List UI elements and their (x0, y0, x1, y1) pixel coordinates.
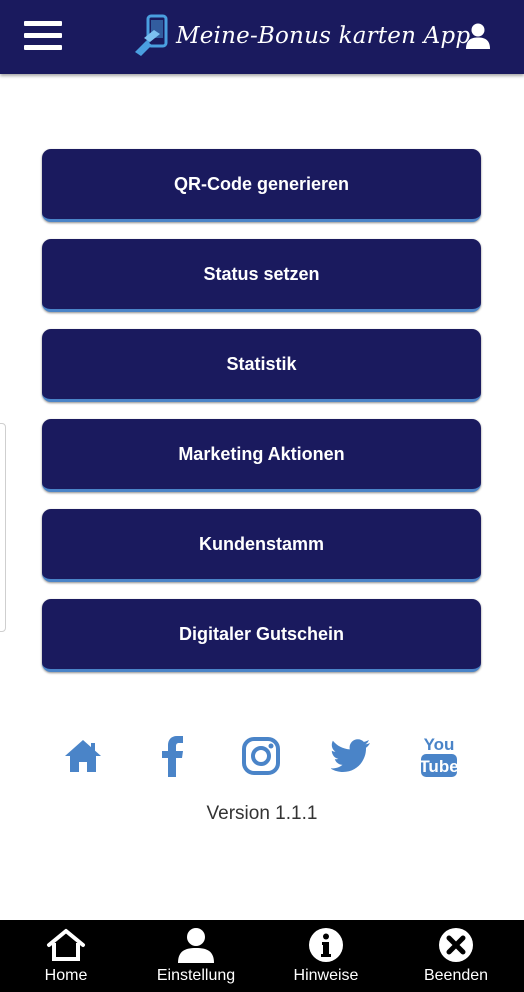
nav-notes[interactable]: Hinweise (281, 920, 371, 992)
youtube-icon[interactable]: You Tube (418, 733, 460, 779)
nav-exit-label: Beenden (423, 967, 489, 984)
social-links: You Tube (0, 733, 524, 783)
instagram-icon[interactable] (242, 733, 280, 779)
version-label: Version 1.1.1 (206, 803, 318, 824)
hamburger-menu-button[interactable] (24, 21, 62, 51)
nav-settings[interactable]: Einstellung (146, 920, 246, 992)
nav-exit[interactable]: Beenden (414, 920, 498, 992)
bottom-navigation: Home Einstellung Hinweise Beenden (0, 920, 524, 992)
nav-notes-label: Hinweise (293, 967, 359, 984)
marketing-actions-button[interactable]: Marketing Aktionen (42, 419, 481, 492)
main-menu: QR-Code generieren Status setzen Statist… (42, 149, 481, 689)
bonus-card-logo-icon (135, 14, 168, 56)
nav-home[interactable]: Home (26, 920, 106, 992)
app-header: Meine-Bonus karten App (0, 0, 524, 74)
facebook-icon[interactable] (158, 733, 188, 779)
nav-home-label: Home (44, 967, 88, 984)
hamburger-bar (24, 45, 62, 50)
twitter-icon[interactable] (330, 733, 372, 779)
app-title: Meine-Bonus karten App (176, 23, 471, 49)
app-logo: Meine-Bonus karten App (132, 14, 470, 58)
youtube-word-you: You (424, 735, 455, 754)
youtube-word-tube: Tube (419, 757, 458, 776)
set-status-button[interactable]: Status setzen (42, 239, 481, 312)
close-circle-icon (438, 927, 474, 963)
digital-voucher-button[interactable]: Digitaler Gutschein (42, 599, 481, 672)
user-icon[interactable] (464, 22, 492, 50)
side-drawer-handle[interactable] (0, 423, 6, 632)
qr-code-generate-button[interactable]: QR-Code generieren (42, 149, 481, 222)
nav-settings-label: Einstellung (156, 967, 236, 984)
customer-base-button[interactable]: Kundenstamm (42, 509, 481, 582)
hamburger-bar (24, 21, 62, 26)
info-icon (308, 927, 344, 963)
statistics-button[interactable]: Statistik (42, 329, 481, 402)
home-icon[interactable] (62, 733, 104, 779)
user-icon (177, 927, 215, 963)
home-outline-icon (46, 927, 86, 963)
hamburger-bar (24, 33, 62, 38)
